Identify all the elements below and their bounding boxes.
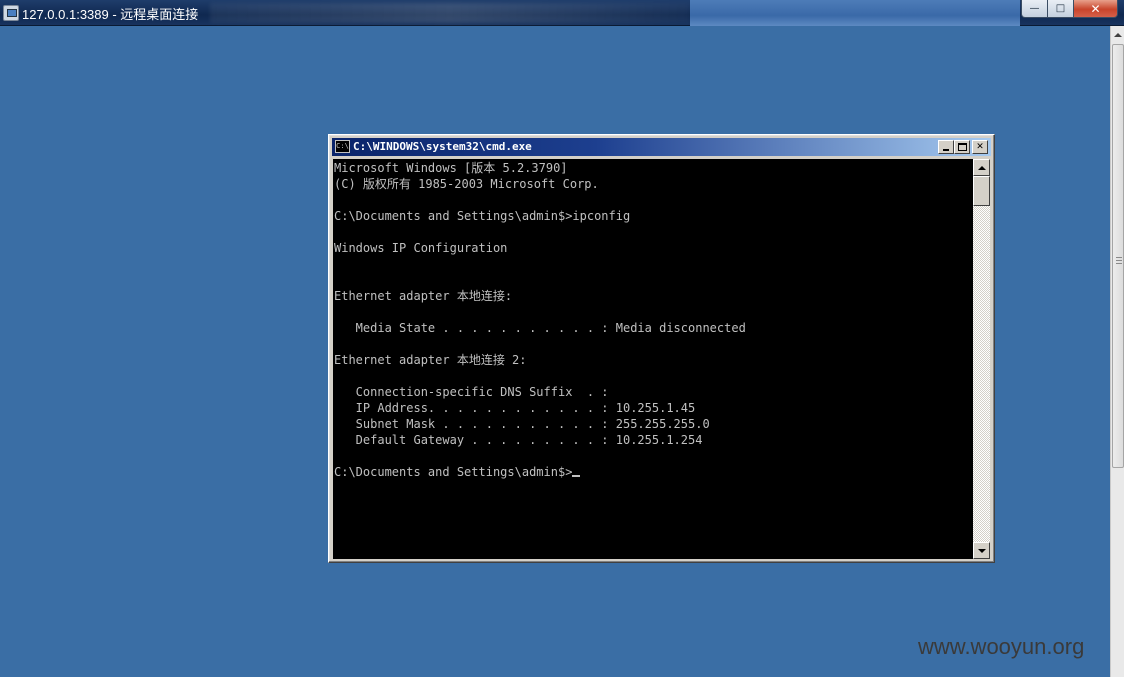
- rdp-vertical-scrollbar[interactable]: [1110, 26, 1124, 677]
- scrollbar-thumb[interactable]: [973, 176, 990, 206]
- console-line: C:\Documents and Settings\admin$>ipconfi…: [334, 209, 631, 223]
- console-line: Subnet Mask . . . . . . . . . . . : 255.…: [334, 417, 710, 431]
- rdp-maximize-button[interactable]: □: [1048, 0, 1074, 18]
- cmd-minimize-button[interactable]: [938, 140, 954, 154]
- watermark: www.wooyun.org: [918, 634, 1085, 659]
- console-text: Microsoft Windows [版本 5.2.3790] (C) 版权所有 …: [334, 160, 746, 480]
- console-line: Windows IP Configuration: [334, 241, 508, 255]
- console-line: Ethernet adapter 本地连接 2:: [334, 353, 527, 367]
- console-line: Ethernet adapter 本地连接:: [334, 289, 513, 303]
- console-line: C:\Documents and Settings\admin$>: [334, 464, 746, 480]
- console-line: IP Address. . . . . . . . . . . . : 10.2…: [334, 401, 696, 415]
- rdp-window-titlebar[interactable]: 127.0.0.1:3389 - 远程桌面连接 — □ ✕: [0, 0, 1124, 26]
- scrollbar-grip-icon: [1116, 257, 1122, 264]
- close-icon: ✕: [976, 141, 984, 152]
- rdp-close-button[interactable]: ✕: [1074, 0, 1118, 18]
- remote-desktop-icon: [3, 5, 19, 21]
- console-line: (C) 版权所有 1985-2003 Microsoft Corp.: [334, 177, 599, 191]
- console-line: Default Gateway . . . . . . . . . : 10.2…: [334, 433, 703, 447]
- scroll-up-arrow-icon[interactable]: [1111, 26, 1124, 43]
- cmd-window-controls: ✕: [938, 140, 988, 154]
- console-output[interactable]: Microsoft Windows [版本 5.2.3790] (C) 版权所有 …: [333, 159, 973, 559]
- titlebar-glass-area: [690, 0, 1020, 26]
- console-line: Microsoft Windows [版本 5.2.3790]: [334, 161, 568, 175]
- scrollbar-thumb[interactable]: [1112, 44, 1124, 468]
- scroll-up-button[interactable]: [973, 159, 990, 176]
- console-line: Media State . . . . . . . . . . . : Medi…: [334, 321, 746, 335]
- minimize-icon: [943, 148, 949, 151]
- cmd-window[interactable]: C:\ C:\WINDOWS\system32\cmd.exe ✕ Micros…: [328, 134, 995, 563]
- cmd-window-titlebar[interactable]: C:\ C:\WINDOWS\system32\cmd.exe ✕: [332, 138, 991, 156]
- cmd-close-button[interactable]: ✕: [972, 140, 988, 154]
- cmd-app-icon: C:\: [335, 140, 350, 153]
- maximize-icon: □: [1055, 3, 1066, 14]
- rdp-minimize-button[interactable]: —: [1021, 0, 1048, 18]
- console-line: Connection-specific DNS Suffix . :: [334, 385, 609, 399]
- close-icon: ✕: [1090, 1, 1101, 16]
- blurred-title-area: [210, 3, 690, 23]
- rdp-window-title: 127.0.0.1:3389 - 远程桌面连接: [22, 7, 199, 22]
- minimize-icon: —: [1029, 3, 1040, 14]
- maximize-icon: [957, 143, 967, 151]
- rdp-window-controls: — □ ✕: [1021, 0, 1118, 18]
- cmd-vertical-scrollbar[interactable]: [973, 159, 990, 559]
- cmd-maximize-button[interactable]: [954, 140, 970, 154]
- scroll-down-button[interactable]: [973, 542, 990, 559]
- cmd-window-title: C:\WINDOWS\system32\cmd.exe: [353, 140, 532, 153]
- text-cursor: [572, 475, 581, 477]
